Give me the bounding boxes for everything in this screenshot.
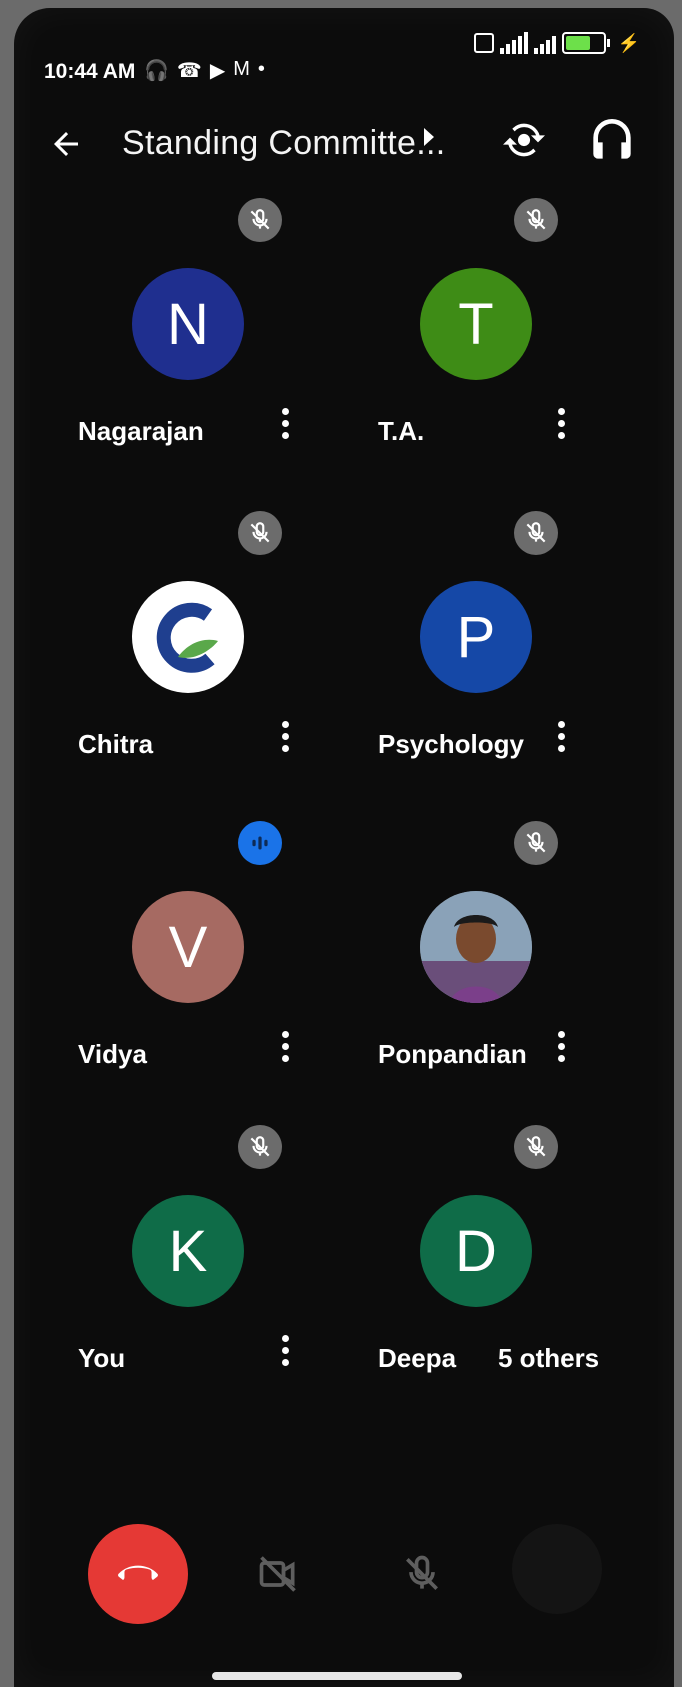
- participant-name: Chitra: [78, 729, 154, 759]
- call-controls: [14, 1518, 674, 1638]
- participant-avatar: N: [132, 268, 244, 380]
- charging-icon: ⚡: [617, 32, 640, 53]
- profile-photo: [420, 891, 532, 1003]
- muted-indicator: [238, 1125, 282, 1169]
- mic-off-icon: [250, 522, 270, 543]
- signal-icon: [499, 32, 528, 54]
- participant-avatar: [132, 581, 244, 693]
- avatar-initial: N: [167, 291, 209, 357]
- others-count[interactable]: 5 others: [498, 1343, 599, 1374]
- participant-name: Nagarajan: [78, 416, 204, 446]
- participant-name: Vidya: [78, 1039, 147, 1069]
- muted-indicator: [238, 511, 282, 555]
- mic-off-icon: [526, 522, 546, 543]
- muted-indicator: [514, 198, 558, 242]
- participant-tile[interactable]: P Psychology: [354, 511, 654, 811]
- participant-tile[interactable]: D Deepa 5 others: [354, 1125, 654, 1425]
- participant-name: You: [78, 1343, 126, 1373]
- participant-tile[interactable]: K You: [78, 1125, 378, 1425]
- avatar-initial: V: [168, 914, 208, 980]
- system-icons: ⚡: [473, 32, 640, 54]
- battery-icon: [561, 32, 610, 54]
- logo-icon: [156, 602, 218, 673]
- camera-off-icon: [259, 1556, 296, 1592]
- home-indicator[interactable]: [212, 1672, 462, 1680]
- avatar-initial: P: [456, 604, 496, 670]
- audio-wave-icon: [252, 836, 268, 850]
- status-bar: 10:44 AM 🎧 ☎ ▶ M • ⚡: [14, 8, 674, 88]
- mic-toggle-button[interactable]: [382, 1534, 462, 1614]
- participant-tile[interactable]: V Vidya: [78, 821, 378, 1121]
- mic-off-icon: [250, 209, 270, 230]
- chevron-right-icon[interactable]: [424, 128, 434, 146]
- mic-off-icon: [250, 1136, 270, 1157]
- participant-avatar: [420, 891, 532, 1003]
- mic-off-icon: [526, 209, 546, 230]
- participant-name: Deepa: [378, 1343, 457, 1373]
- participant-avatar: T: [420, 268, 532, 380]
- muted-indicator: [514, 821, 558, 865]
- gmail-icon: M: [233, 58, 250, 80]
- headphones-icon: 🎧: [144, 60, 169, 82]
- camera-toggle-button[interactable]: [238, 1534, 318, 1614]
- avatar-initial: D: [455, 1218, 497, 1284]
- participant-tile[interactable]: Ponpandian: [354, 821, 654, 1121]
- more-options-button[interactable]: [512, 1524, 602, 1614]
- more-vert-icon[interactable]: [278, 1335, 292, 1375]
- whatsapp-icon: ☎: [176, 60, 202, 82]
- muted-indicator: [238, 198, 282, 242]
- more-vert-icon[interactable]: [554, 721, 568, 761]
- signal-icon: [533, 32, 556, 54]
- phone-screen: 10:44 AM 🎧 ☎ ▶ M • ⚡ Standing Committe..…: [14, 8, 674, 1687]
- participant-avatar: D: [420, 1195, 532, 1307]
- more-vert-icon[interactable]: [554, 408, 568, 448]
- participant-avatar: V: [132, 891, 244, 1003]
- meet-icon: ▶: [209, 60, 226, 82]
- participant-name: T.A.: [378, 416, 425, 446]
- participant-tile[interactable]: N Nagarajan: [78, 198, 378, 498]
- more-vert-icon[interactable]: [554, 1031, 568, 1071]
- muted-indicator: [514, 1125, 558, 1169]
- end-call-button[interactable]: [88, 1524, 188, 1624]
- muted-indicator: [514, 511, 558, 555]
- mic-off-icon: [526, 832, 546, 853]
- end-call-icon: [118, 1565, 158, 1581]
- more-vert-icon[interactable]: [278, 1031, 292, 1071]
- participant-name: Ponpandian: [378, 1039, 527, 1069]
- call-header: Standing Committe...: [14, 96, 674, 176]
- more-vert-icon[interactable]: [278, 721, 292, 761]
- participant-tile[interactable]: T T.A.: [354, 198, 654, 498]
- participant-tile[interactable]: Chitra: [78, 511, 378, 811]
- notification-icons: 🎧 ☎ ▶ M •: [144, 58, 265, 83]
- avatar-initial: K: [168, 1218, 208, 1284]
- back-arrow-icon[interactable]: [48, 126, 84, 162]
- more-vert-icon[interactable]: [278, 408, 292, 448]
- participant-avatar: K: [132, 1195, 244, 1307]
- clock: 10:44 AM: [44, 60, 136, 83]
- switch-camera-icon[interactable]: [496, 112, 552, 168]
- participant-avatar: P: [420, 581, 532, 693]
- meeting-title[interactable]: Standing Committe...: [122, 124, 445, 163]
- mic-off-icon: [526, 1136, 546, 1157]
- dot-icon: •: [257, 58, 265, 80]
- speaking-indicator: [238, 821, 282, 865]
- participant-name: Psychology: [378, 729, 524, 759]
- mic-off-icon: [406, 1555, 438, 1590]
- avatar-initial: T: [458, 291, 494, 357]
- headphones-icon[interactable]: [584, 112, 640, 168]
- sim-icon: [473, 33, 494, 53]
